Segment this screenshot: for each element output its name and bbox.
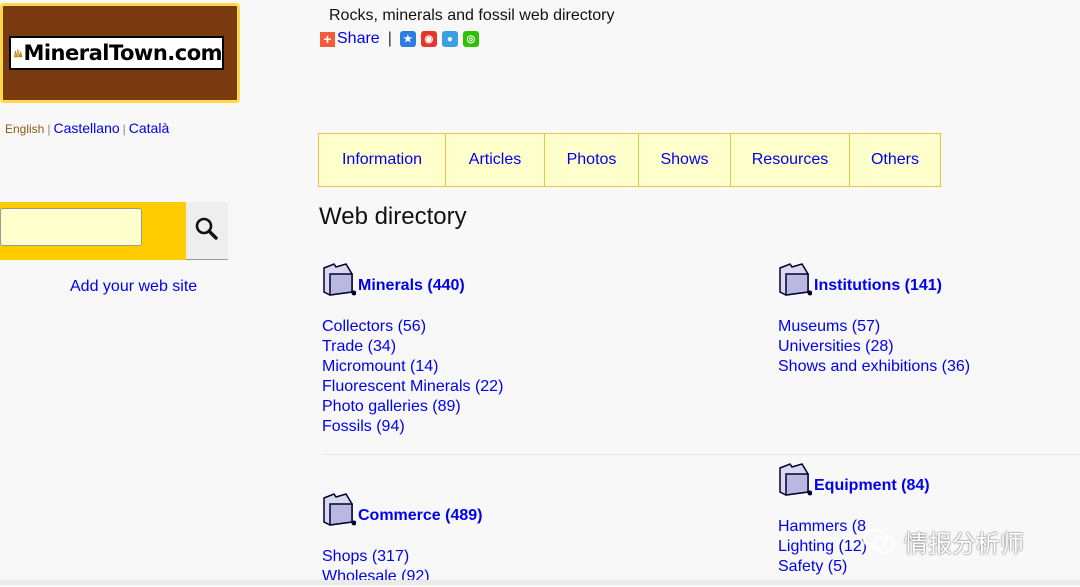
share-button[interactable]: Share [337, 30, 380, 48]
qzone-icon[interactable]: ★ [399, 31, 416, 47]
language-english[interactable]: English [5, 122, 44, 136]
folder-icon [323, 263, 356, 296]
language-switcher: English | Castellano | Català [5, 120, 170, 136]
folder-icon [779, 263, 812, 296]
site-logo[interactable]: MineralTown.com [0, 3, 240, 103]
crystal-icon [14, 48, 23, 58]
wechat-watermark-icon [863, 528, 895, 554]
list-item[interactable]: Safety (5) [778, 557, 930, 577]
site-title: Rocks, minerals and fossil web directory [329, 7, 615, 24]
share-plus-icon[interactable]: + [320, 31, 335, 47]
search-panel [0, 202, 186, 260]
list-item[interactable]: Collectors (56) [322, 317, 503, 337]
share-bar: + Share | ★ ◉ ● ◎ [320, 30, 484, 48]
category-commerce: Commerce (489) Shops (317) Wholesale (92… [322, 492, 483, 587]
list-item[interactable]: Shops (317) [322, 547, 483, 567]
list-item[interactable]: Museums (57) [778, 317, 970, 337]
wechat-icon[interactable]: ◎ [462, 31, 479, 47]
watermark-text: 情报分析师 [904, 531, 1024, 558]
tab-resources[interactable]: Resources [731, 134, 850, 186]
folder-icon [779, 463, 812, 496]
category-institutions: Institutions (141) Museums (57) Universi… [778, 262, 970, 377]
list-item[interactable]: Fossils (94) [322, 417, 503, 437]
tab-information[interactable]: Information [319, 134, 446, 186]
list-item[interactable]: Shows and exhibitions (36) [778, 357, 970, 377]
category-equipment: Equipment (84) Hammers (8 Lighting (12) … [778, 462, 930, 577]
category-title[interactable]: Institutions (141) [814, 277, 942, 295]
add-website-link[interactable]: Add your web site [70, 278, 197, 296]
list-item[interactable]: Trade (34) [322, 337, 503, 357]
folder-icon [323, 493, 356, 526]
tab-shows[interactable]: Shows [639, 134, 731, 186]
category-title[interactable]: Minerals (440) [358, 277, 465, 295]
share-separator: | [387, 30, 392, 47]
section-divider [322, 454, 1080, 455]
category-title[interactable]: Commerce (489) [358, 507, 483, 525]
weibo-icon[interactable]: ◉ [420, 31, 437, 47]
language-catala[interactable]: Català [129, 120, 169, 136]
bottom-border [0, 580, 1080, 585]
category-minerals: Minerals (440) Collectors (56) Trade (34… [322, 262, 503, 437]
logo-text: MineralTown.com [23, 41, 222, 65]
tab-photos[interactable]: Photos [545, 134, 639, 186]
list-item[interactable]: Photo galleries (89) [322, 397, 503, 417]
list-item[interactable]: Universities (28) [778, 337, 970, 357]
logo-banner: MineralTown.com [9, 36, 224, 70]
tab-articles[interactable]: Articles [446, 134, 545, 186]
language-castellano[interactable]: Castellano [53, 120, 119, 136]
main-nav: Information Articles Photos Shows Resour… [318, 133, 941, 187]
search-icon [195, 217, 218, 240]
list-item[interactable]: Fluorescent Minerals (22) [322, 377, 503, 397]
list-item[interactable]: Micromount (14) [322, 357, 503, 377]
search-button[interactable] [186, 202, 228, 260]
watermark: 情报分析师 [862, 524, 1024, 559]
tencent-weibo-icon[interactable]: ● [441, 31, 458, 47]
tab-others[interactable]: Others [850, 134, 940, 186]
page-heading: Web directory [319, 203, 467, 230]
category-title[interactable]: Equipment (84) [814, 477, 930, 495]
search-input[interactable] [0, 208, 142, 246]
